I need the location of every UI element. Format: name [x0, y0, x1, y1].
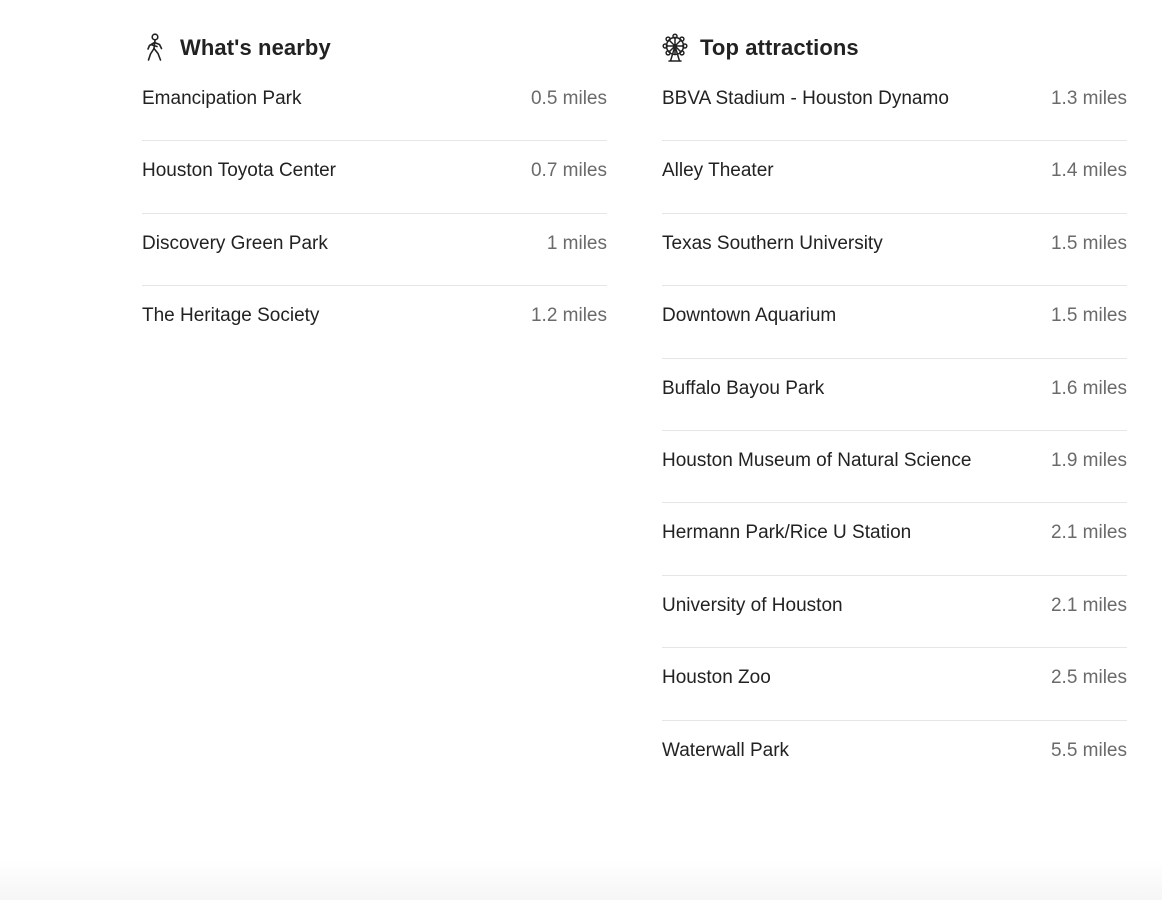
place-name: University of Houston	[662, 594, 843, 616]
place-distance: 1.2 miles	[530, 305, 607, 327]
walking-person-icon	[142, 33, 168, 63]
attraction-list-item: University of Houston 2.1 miles	[662, 576, 1127, 649]
top-attractions-header: Top attractions	[662, 30, 1127, 66]
place-distance: 2.1 miles	[1050, 594, 1127, 616]
place-name: Texas Southern University	[662, 232, 883, 254]
ferris-wheel-icon	[662, 33, 688, 63]
attraction-list-item: Houston Zoo 2.5 miles	[662, 648, 1127, 721]
attractions-list: BBVA Stadium - Houston Dynamo 1.3 miles …	[662, 69, 1127, 793]
whats-nearby-title: What's nearby	[180, 35, 331, 60]
place-name: BBVA Stadium - Houston Dynamo	[662, 88, 949, 109]
place-distance: 1.9 miles	[1050, 449, 1127, 471]
place-name: Hermann Park/Rice U Station	[662, 522, 912, 544]
place-name: Houston Toyota Center	[142, 160, 336, 182]
place-name: Emancipation Park	[142, 88, 302, 109]
place-distance: 1.5 miles	[1050, 305, 1127, 327]
whats-nearby-header: What's nearby	[142, 30, 607, 66]
attraction-list-item: BBVA Stadium - Houston Dynamo 1.3 miles	[662, 69, 1127, 142]
nearby-list-item: Discovery Green Park 1 miles	[142, 214, 607, 287]
nearby-list-item: Houston Toyota Center 0.7 miles	[142, 141, 607, 214]
attraction-list-item: Alley Theater 1.4 miles	[662, 141, 1127, 214]
attraction-list-item: Buffalo Bayou Park 1.6 miles	[662, 359, 1127, 431]
page: What's nearby Emancipation Park 0.5 mile…	[0, 0, 1162, 900]
place-name: Alley Theater	[662, 160, 774, 182]
whats-nearby-section: What's nearby Emancipation Park 0.5 mile…	[142, 30, 607, 359]
place-name: Discovery Green Park	[142, 232, 328, 254]
nearby-list-item: The Heritage Society 1.2 miles	[142, 286, 607, 358]
place-distance: 1.4 miles	[1050, 160, 1127, 182]
attraction-list-item: Downtown Aquarium 1.5 miles	[662, 286, 1127, 359]
nearby-list: Emancipation Park 0.5 miles Houston Toyo…	[142, 69, 607, 359]
attraction-list-item: Houston Museum of Natural Science 1.9 mi…	[662, 431, 1127, 504]
bottom-fade-divider	[0, 860, 1162, 900]
attraction-list-item: Texas Southern University 1.5 miles	[662, 214, 1127, 287]
place-distance: 1.6 miles	[1050, 377, 1127, 399]
place-distance: 1.5 miles	[1050, 232, 1127, 254]
place-name: Waterwall Park	[662, 739, 790, 761]
place-distance: 2.1 miles	[1050, 522, 1127, 544]
attraction-list-item: Waterwall Park 5.5 miles	[662, 721, 1127, 793]
attraction-list-item: Hermann Park/Rice U Station 2.1 miles	[662, 503, 1127, 576]
place-distance: 5.5 miles	[1050, 739, 1127, 761]
place-name: Buffalo Bayou Park	[662, 377, 825, 399]
nearby-list-item: Emancipation Park 0.5 miles	[142, 69, 607, 142]
place-distance: 1.3 miles	[1050, 88, 1127, 109]
place-distance: 1 miles	[546, 232, 607, 254]
top-attractions-section: Top attractions BBVA Stadium - Houston D…	[662, 30, 1127, 793]
place-name: The Heritage Society	[142, 305, 320, 327]
place-distance: 0.5 miles	[530, 88, 607, 109]
place-name: Houston Zoo	[662, 667, 771, 689]
place-distance: 2.5 miles	[1050, 667, 1127, 689]
place-distance: 0.7 miles	[530, 160, 607, 182]
place-name: Houston Museum of Natural Science	[662, 449, 972, 471]
top-attractions-title: Top attractions	[700, 35, 859, 60]
place-name: Downtown Aquarium	[662, 305, 837, 327]
